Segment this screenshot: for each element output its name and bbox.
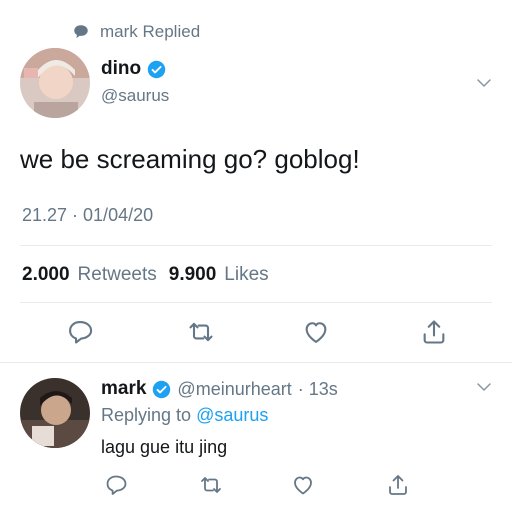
tweet-timestamp[interactable]: 21.27 · 01/04/20 <box>22 205 153 226</box>
reply-context: mark Replied <box>72 22 200 42</box>
reply-author-name[interactable]: mark <box>101 378 146 400</box>
avatar[interactable] <box>20 48 90 118</box>
retweet-icon[interactable] <box>187 318 215 346</box>
author-name-row[interactable]: dino <box>101 58 166 80</box>
like-heart-icon[interactable] <box>302 318 330 346</box>
reply-avatar[interactable] <box>20 378 90 448</box>
share-icon[interactable] <box>420 318 448 346</box>
share-icon[interactable] <box>386 473 410 497</box>
chevron-down-icon[interactable] <box>475 74 493 92</box>
replying-to-link[interactable]: @saurus <box>196 405 268 425</box>
divider <box>20 302 492 303</box>
speech-bubble-icon <box>74 25 88 38</box>
verified-badge-icon <box>153 380 171 398</box>
verified-badge-icon <box>147 60 166 78</box>
retweets-count[interactable]: 2.000 <box>22 264 70 286</box>
replying-to-prefix: Replying to <box>101 405 192 425</box>
likes-count[interactable]: 9.900 <box>169 264 217 286</box>
replying-to: Replying to @saurus <box>101 405 268 426</box>
reply-actions <box>0 472 512 500</box>
reply-header: mark @meinurheart · 13s <box>101 378 338 400</box>
reply-timestamp[interactable]: · 13s <box>298 379 338 400</box>
reply-icon[interactable] <box>66 318 94 346</box>
reply-text: lagu gue itu jing <box>101 437 228 457</box>
author-name[interactable]: dino <box>101 58 141 80</box>
divider <box>20 245 492 246</box>
author-handle[interactable]: @saurus <box>101 86 169 106</box>
tweet-stats: 2.000 Retweets 9.900 Likes <box>22 264 273 286</box>
reply-context-text: mark Replied <box>100 22 201 41</box>
chevron-down-icon[interactable] <box>475 378 493 396</box>
divider <box>0 362 512 363</box>
reply-author-handle[interactable]: @meinurheart <box>177 379 291 400</box>
retweets-label[interactable]: Retweets <box>78 264 157 286</box>
retweet-icon[interactable] <box>199 473 223 497</box>
tweet-text: we be screaming go? goblog! <box>20 144 360 174</box>
reply-icon[interactable] <box>104 473 128 497</box>
likes-label[interactable]: Likes <box>224 264 268 286</box>
tweet-actions <box>0 316 512 346</box>
like-heart-icon[interactable] <box>291 473 315 497</box>
